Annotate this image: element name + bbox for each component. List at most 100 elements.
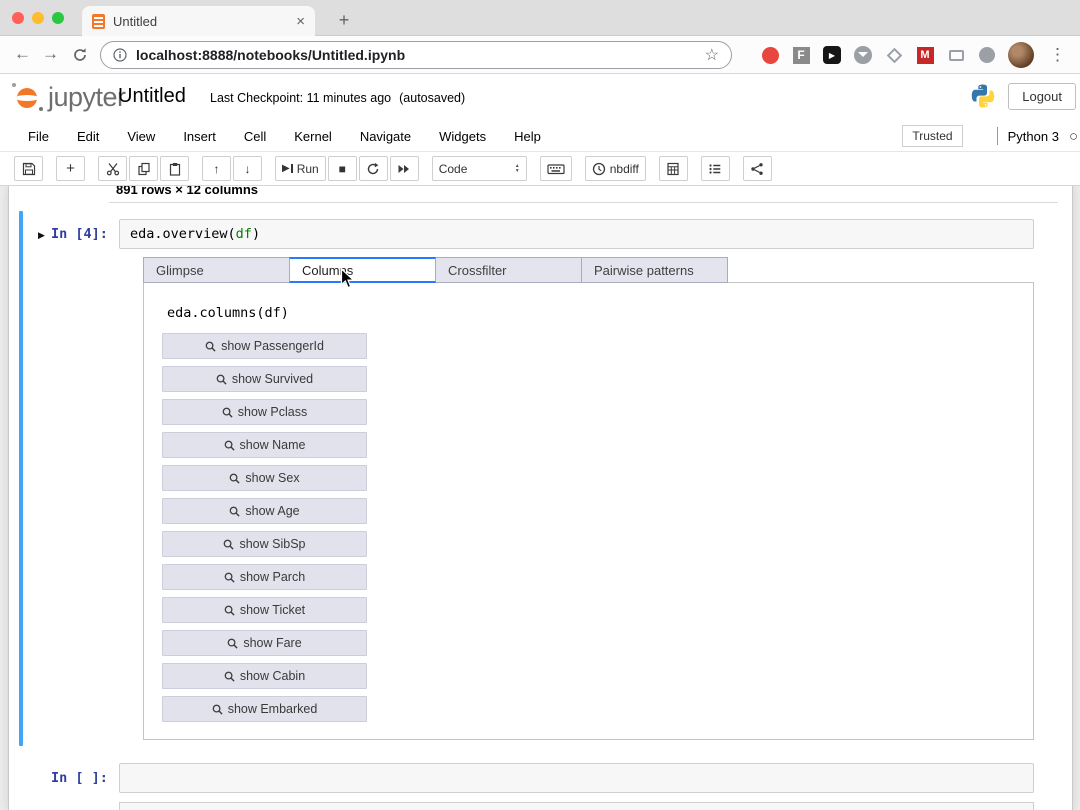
restart-icon — [368, 162, 379, 174]
share-button[interactable] — [742, 156, 772, 181]
nbdiff-button[interactable]: nbdiff — [584, 156, 646, 181]
menu-insert[interactable]: Insert — [183, 129, 216, 144]
save-button[interactable] — [14, 156, 43, 181]
kernel-idle-icon: ○ — [1068, 127, 1078, 145]
extension-video-icon[interactable]: ▶ — [822, 45, 842, 65]
widget-tab-bar: Glimpse Columns Crossfilter Pairwise pat… — [143, 257, 728, 283]
show-column-button[interactable]: show Fare — [162, 630, 367, 656]
reload-button[interactable] — [72, 47, 88, 68]
search-icon — [224, 572, 235, 583]
show-column-button[interactable]: show Parch — [162, 564, 367, 590]
tab-columns[interactable]: Columns — [289, 257, 436, 283]
notebook-menubar: File Edit View Insert Cell Kernel Naviga… — [0, 121, 1080, 152]
url-text[interactable]: localhost:8888/notebooks/Untitled.ipynb — [136, 47, 696, 63]
trusted-badge: Trusted — [902, 125, 963, 147]
forward-button[interactable]: → — [42, 44, 59, 64]
menu-navigate[interactable]: Navigate — [360, 129, 411, 144]
back-button[interactable]: ← — [14, 44, 31, 64]
show-column-button[interactable]: show Pclass — [162, 399, 367, 425]
bookmark-star-icon[interactable]: ☆ — [705, 45, 719, 65]
tab-pairwise-patterns[interactable]: Pairwise patterns — [581, 257, 728, 283]
empty-input-prompt: In [ ]: — [51, 770, 108, 786]
tab-close-icon[interactable]: × — [296, 13, 305, 30]
share-icon — [751, 162, 764, 175]
show-column-button-label: show Pclass — [237, 405, 308, 419]
show-column-button[interactable]: show SibSp — [162, 531, 367, 557]
move-cell-down-button[interactable]: ↓ — [233, 156, 262, 181]
show-column-button-label: show SibSp — [239, 537, 306, 551]
command-palette-button[interactable] — [539, 156, 572, 181]
cell-type-value: Code — [438, 161, 468, 176]
show-column-button[interactable]: show Name — [162, 432, 367, 458]
new-tab-button[interactable]: + — [332, 8, 356, 32]
extension-printer-icon[interactable] — [946, 45, 966, 65]
search-icon — [230, 473, 240, 484]
show-column-button[interactable]: show PassengerId — [162, 333, 367, 359]
tab-glimpse[interactable]: Glimpse — [143, 257, 290, 283]
cell-type-select[interactable]: Code ▲ ▼ — [431, 156, 527, 181]
show-column-button[interactable]: show Survived — [162, 366, 367, 392]
browser-menu-icon[interactable]: ⋮ — [1045, 45, 1070, 65]
list-icon — [709, 163, 721, 174]
fast-forward-icon — [398, 164, 410, 173]
extensions-area: F ▶ M ⋮ — [760, 41, 1070, 69]
run-button[interactable]: ▶ Run — [275, 156, 326, 181]
menu-widgets[interactable]: Widgets — [439, 129, 486, 144]
menu-kernel[interactable]: Kernel — [294, 129, 332, 144]
extension-pocket-icon[interactable] — [853, 45, 873, 65]
extension-m-icon[interactable]: M — [915, 45, 935, 65]
nbdiff-label: nbdiff — [609, 161, 639, 176]
logout-button[interactable]: Logout — [1008, 83, 1076, 110]
window-minimize-button[interactable] — [32, 12, 44, 24]
extension-diamond-icon[interactable] — [884, 45, 904, 65]
paste-cell-button[interactable] — [160, 156, 189, 181]
jupyter-logo[interactable]: jupyter — [8, 79, 126, 115]
url-bar[interactable]: localhost:8888/notebooks/Untitled.ipynb … — [100, 41, 732, 69]
browser-tab-strip: Untitled × + — [0, 0, 1080, 36]
dataframe-dimensions-text: 891 rows × 12 columns — [116, 186, 258, 197]
save-icon — [22, 162, 35, 175]
widget-panel: eda.columns(df) show PassengerId show Su… — [143, 282, 1034, 740]
widget-code-text: eda.columns(df) — [167, 305, 289, 321]
code-cell-input[interactable]: eda.overview(df) — [119, 219, 1034, 249]
empty-code-cell-input[interactable] — [119, 763, 1034, 793]
move-cell-up-button[interactable]: ↑ — [202, 156, 231, 181]
checkpoint-status: Last Checkpoint: 11 minutes ago (autosave… — [210, 91, 465, 105]
cut-cell-button[interactable] — [98, 156, 127, 181]
menu-cell[interactable]: Cell — [244, 129, 266, 144]
browser-tab[interactable]: Untitled × — [82, 6, 315, 36]
menu-edit[interactable]: Edit — [77, 129, 99, 144]
show-column-button[interactable]: show Ticket — [162, 597, 367, 623]
window-close-button[interactable] — [12, 12, 24, 24]
stop-button[interactable]: ■ — [327, 156, 357, 181]
extension-circle-icon[interactable] — [977, 45, 997, 65]
menu-help[interactable]: Help — [514, 129, 541, 144]
window-zoom-button[interactable] — [52, 12, 64, 24]
show-column-button[interactable]: show Embarked — [162, 696, 367, 722]
run-bar-icon — [290, 164, 293, 173]
checkpoint-text: Last Checkpoint: 11 minutes ago — [210, 91, 392, 105]
copy-cell-button[interactable] — [129, 156, 158, 181]
snippets-button[interactable] — [658, 156, 688, 181]
menu-file[interactable]: File — [28, 129, 49, 144]
notebook-title[interactable]: Untitled — [118, 85, 186, 108]
restart-run-all-button[interactable] — [389, 156, 419, 181]
reload-icon — [74, 48, 86, 61]
extension-adblock-icon[interactable] — [760, 45, 780, 65]
show-column-button[interactable]: show Cabin — [162, 663, 367, 689]
jupyter-header: jupyter Untitled Last Checkpoint: 11 min… — [0, 74, 1080, 121]
search-icon — [224, 440, 235, 451]
menu-view[interactable]: View — [127, 129, 155, 144]
show-column-button[interactable]: show Sex — [162, 465, 367, 491]
show-column-button[interactable]: show Age — [162, 498, 367, 524]
tab-crossfilter[interactable]: Crossfilter — [435, 257, 582, 283]
restart-kernel-button[interactable] — [358, 156, 388, 181]
run-label: Run — [296, 161, 319, 176]
profile-avatar[interactable] — [1008, 42, 1034, 68]
kernel-divider — [996, 127, 998, 145]
toc-button[interactable] — [700, 156, 730, 181]
extension-f-icon[interactable]: F — [791, 45, 811, 65]
add-cell-button[interactable]: + — [56, 156, 85, 181]
partial-next-cell — [119, 802, 1034, 810]
show-column-button-label: show Sex — [245, 471, 300, 485]
